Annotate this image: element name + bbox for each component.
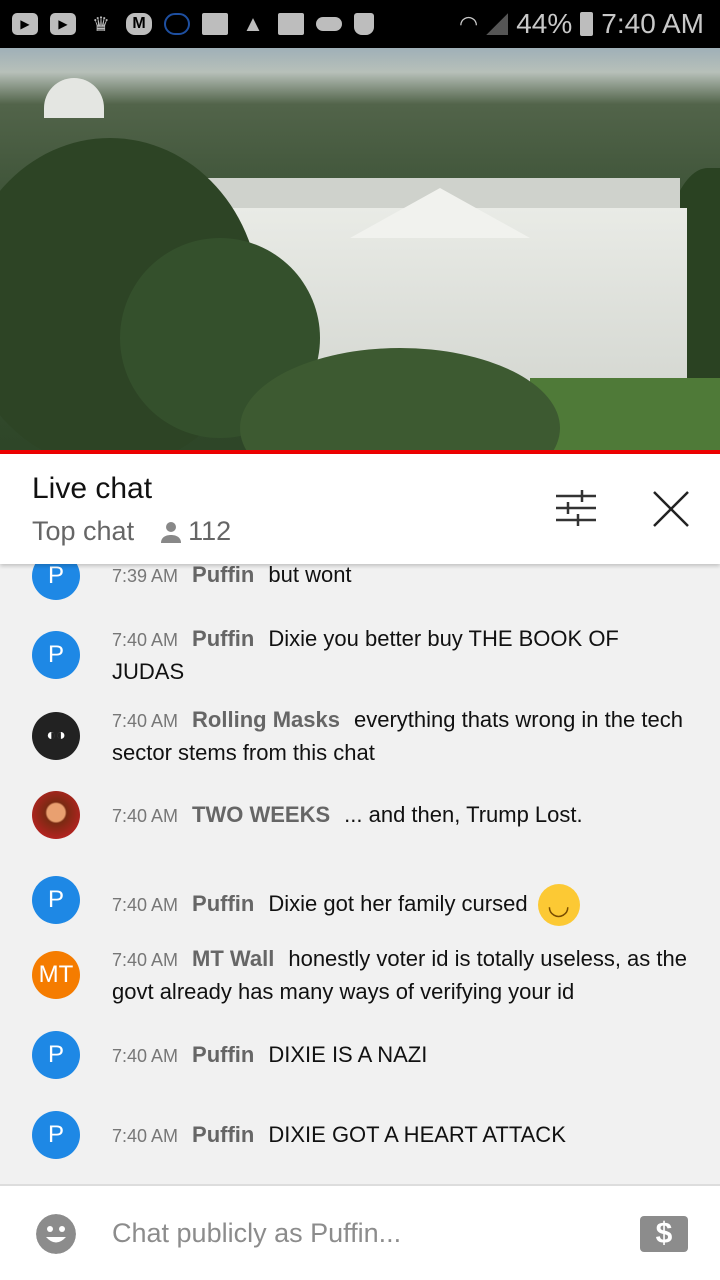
message-text: DIXIE IS A NAZI — [268, 1042, 428, 1067]
wifi-icon: ◠ — [459, 11, 479, 36]
timestamp: 7:40 AM — [112, 711, 179, 731]
timestamp: 7:40 AM — [112, 1126, 179, 1146]
smiling-emoji-icon: ◡ — [537, 884, 580, 926]
author-name[interactable]: Puffin — [192, 562, 254, 587]
avatar[interactable]: MT — [32, 951, 80, 999]
m-app-icon: M — [126, 13, 152, 35]
chat-mode: Top chat — [32, 516, 135, 546]
battery-icon — [580, 12, 594, 36]
viewer-count-value: 112 — [188, 516, 232, 546]
author-name[interactable]: Puffin — [192, 1042, 254, 1067]
chat-title: Live chat — [32, 472, 153, 505]
cloud-icon — [316, 17, 342, 31]
chat-header: Live chat Top chat 112 — [0, 454, 720, 564]
message-text: Dixie you better buy THE BOOK OF JUDAS — [112, 626, 619, 684]
filter-settings-icon[interactable] — [556, 490, 596, 526]
avatar[interactable]: ◐◑ — [32, 712, 80, 760]
message-text: Dixie got her family cursed — [268, 890, 528, 916]
chat-mode-selector[interactable]: Top chat 112 — [32, 516, 231, 547]
avatar[interactable]: P — [32, 631, 80, 679]
video-player[interactable] — [0, 48, 720, 450]
message-text: but wont — [268, 562, 352, 587]
folder-icon — [202, 13, 228, 35]
youtube-icon: ▶ — [12, 13, 38, 35]
crown-icon: ♛ — [92, 13, 110, 36]
message-text: DIXIE GOT A HEART ATTACK — [268, 1122, 566, 1147]
chat-input-bar: Chat publicly as Puffin... $ — [0, 1184, 720, 1280]
avatar[interactable]: P — [32, 1031, 80, 1079]
avatar[interactable]: P — [32, 1111, 80, 1159]
message-text: ... and then, Trump Lost. — [344, 802, 583, 827]
bag-icon — [354, 13, 374, 35]
timestamp: 7:40 AM — [112, 806, 179, 826]
avatar[interactable]: P — [32, 876, 80, 924]
super-chat-dollar-icon[interactable]: $ — [640, 1216, 688, 1252]
youtube-icon: ▶ — [50, 13, 76, 35]
author-name[interactable]: MT Wall — [192, 946, 274, 971]
timestamp: 7:40 AM — [112, 950, 179, 970]
timestamp: 7:40 AM — [112, 894, 179, 915]
avatar[interactable] — [32, 791, 80, 839]
author-name[interactable]: Puffin — [192, 626, 254, 651]
author-name[interactable]: Puffin — [192, 891, 254, 916]
emoji-icon[interactable] — [36, 1214, 76, 1254]
author-name[interactable]: Puffin — [192, 1122, 254, 1147]
chat-messages[interactable]: P 7:39 AM Puffin but wont P 7:40 AM Puffin D… — [0, 540, 720, 1184]
timestamp: 7:39 AM — [112, 566, 179, 586]
timestamp: 7:40 AM — [112, 630, 179, 650]
clock: 7:40 AM — [601, 8, 704, 39]
person-icon — [161, 521, 182, 543]
close-icon[interactable] — [652, 490, 690, 528]
video-scene — [44, 78, 104, 118]
battery-level: 44% — [516, 8, 573, 39]
image-icon — [278, 13, 304, 35]
cloud-outline-icon — [164, 13, 190, 35]
viewer-count: 112 — [160, 516, 231, 547]
timestamp: 7:40 AM — [112, 1046, 179, 1066]
author-name[interactable]: TWO WEEKS — [192, 802, 330, 827]
mask-icon: ◐◑ — [46, 727, 66, 744]
chat-input[interactable]: Chat publicly as Puffin... — [112, 1218, 401, 1249]
signal-icon — [486, 13, 509, 35]
warning-icon: ▲ — [242, 11, 264, 36]
author-name[interactable]: Rolling Masks — [192, 707, 340, 732]
status-bar: ▶ ▶ ♛ M ▲ ◠ 44% 7:40 AM — [0, 0, 720, 48]
